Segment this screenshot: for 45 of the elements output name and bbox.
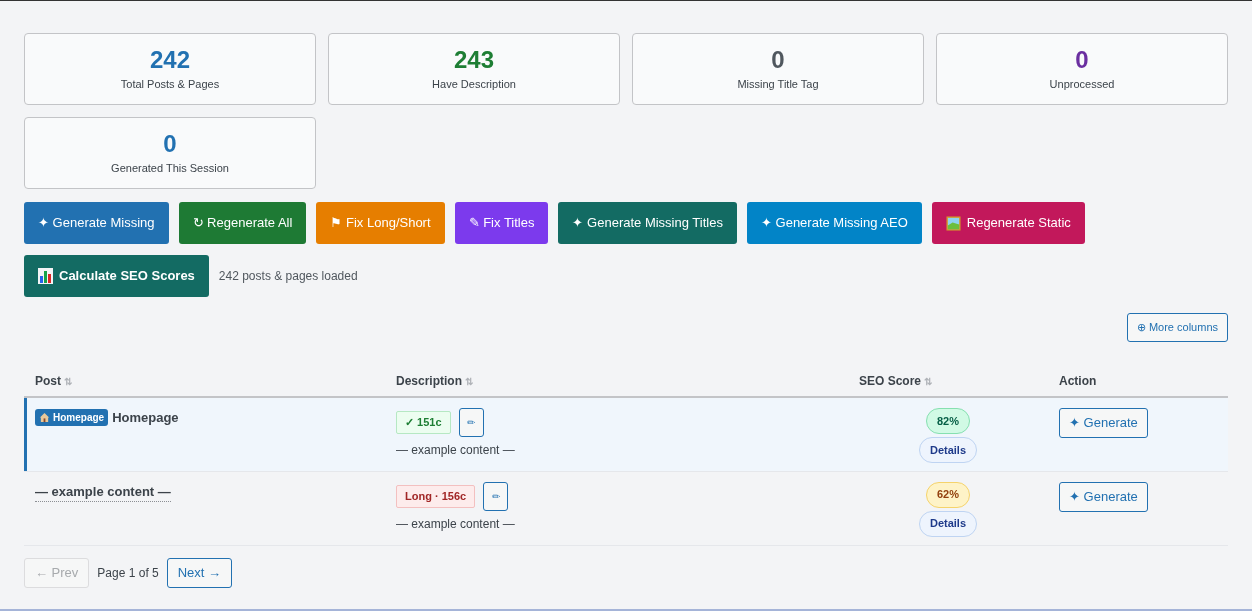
action-button[interactable]: Regenerate Static [931, 202, 1085, 244]
stat-value: 242 [149, 45, 190, 74]
generate-button[interactable]: ✦ Generate [1059, 481, 1148, 512]
stat-label: Generated This Session [111, 160, 229, 176]
stat-label: Missing Title Tag [737, 76, 819, 92]
stat-value: 0 [163, 129, 177, 158]
column-header[interactable]: Post ⇅ [35, 374, 72, 388]
stat-label: Unprocessed [1049, 76, 1115, 92]
details-button[interactable]: Details [918, 437, 978, 463]
stat-label: Have Description [432, 76, 516, 92]
status-text: 242 posts & pages loaded [218, 268, 358, 285]
action-button[interactable]: Calculate SEO Scores [24, 255, 209, 297]
details-button[interactable]: Details [918, 510, 978, 537]
homepage-tag: Homepage [35, 409, 109, 427]
description-text: — example content — [396, 515, 516, 533]
generate-button[interactable]: ✦ Generate [1059, 408, 1148, 438]
column-header[interactable]: Description ⇅ [396, 374, 473, 388]
stat-label: Total Posts & Pages [120, 76, 220, 92]
page-info: Page 1 of 5 [97, 564, 159, 582]
action-button[interactable]: ✦ Generate Missing Titles [558, 202, 737, 244]
bar-chart-icon [38, 268, 53, 284]
more-columns-button[interactable]: ⊕ More columns [1126, 313, 1228, 342]
seo-score-badge: 82% [926, 408, 970, 434]
description-text: — example content — [396, 442, 516, 459]
post-title-link[interactable]: — example content — [35, 481, 171, 502]
action-button[interactable]: ✦ Generate Missing AEO [746, 202, 922, 244]
action-button[interactable]: ✎ Fix Titles [454, 202, 549, 244]
edit-button[interactable]: ✏ [483, 481, 509, 511]
post-title: Homepage [112, 409, 179, 427]
description-length-badge: ✓ 151c [396, 411, 451, 434]
table-row[interactable]: — example content — Long · 156c ✏ — example content — 62% Details ✦ Generate [24, 471, 1228, 545]
stat-value: 0 [1075, 45, 1089, 74]
edit-button[interactable]: ✏ [458, 408, 484, 437]
stat-value: 243 [453, 45, 494, 74]
stat-value: 0 [771, 45, 785, 74]
table-row[interactable]: Homepage Homepage ✓ 151c ✏ — example content — 82% Details ✦ Generate [24, 397, 1228, 471]
description-length-badge: Long · 156c [396, 484, 476, 508]
picture-frame-icon [945, 215, 961, 231]
next-button[interactable]: Next → [166, 557, 233, 588]
seo-score-badge: 62% [926, 481, 970, 508]
column-header[interactable]: SEO Score ⇅ [859, 374, 933, 388]
action-button[interactable]: ↻ Regenerate All [178, 202, 307, 244]
action-button[interactable]: ✦ Generate Missing [24, 202, 169, 244]
column-header[interactable]: Action [1059, 374, 1097, 388]
house-icon [39, 412, 50, 424]
